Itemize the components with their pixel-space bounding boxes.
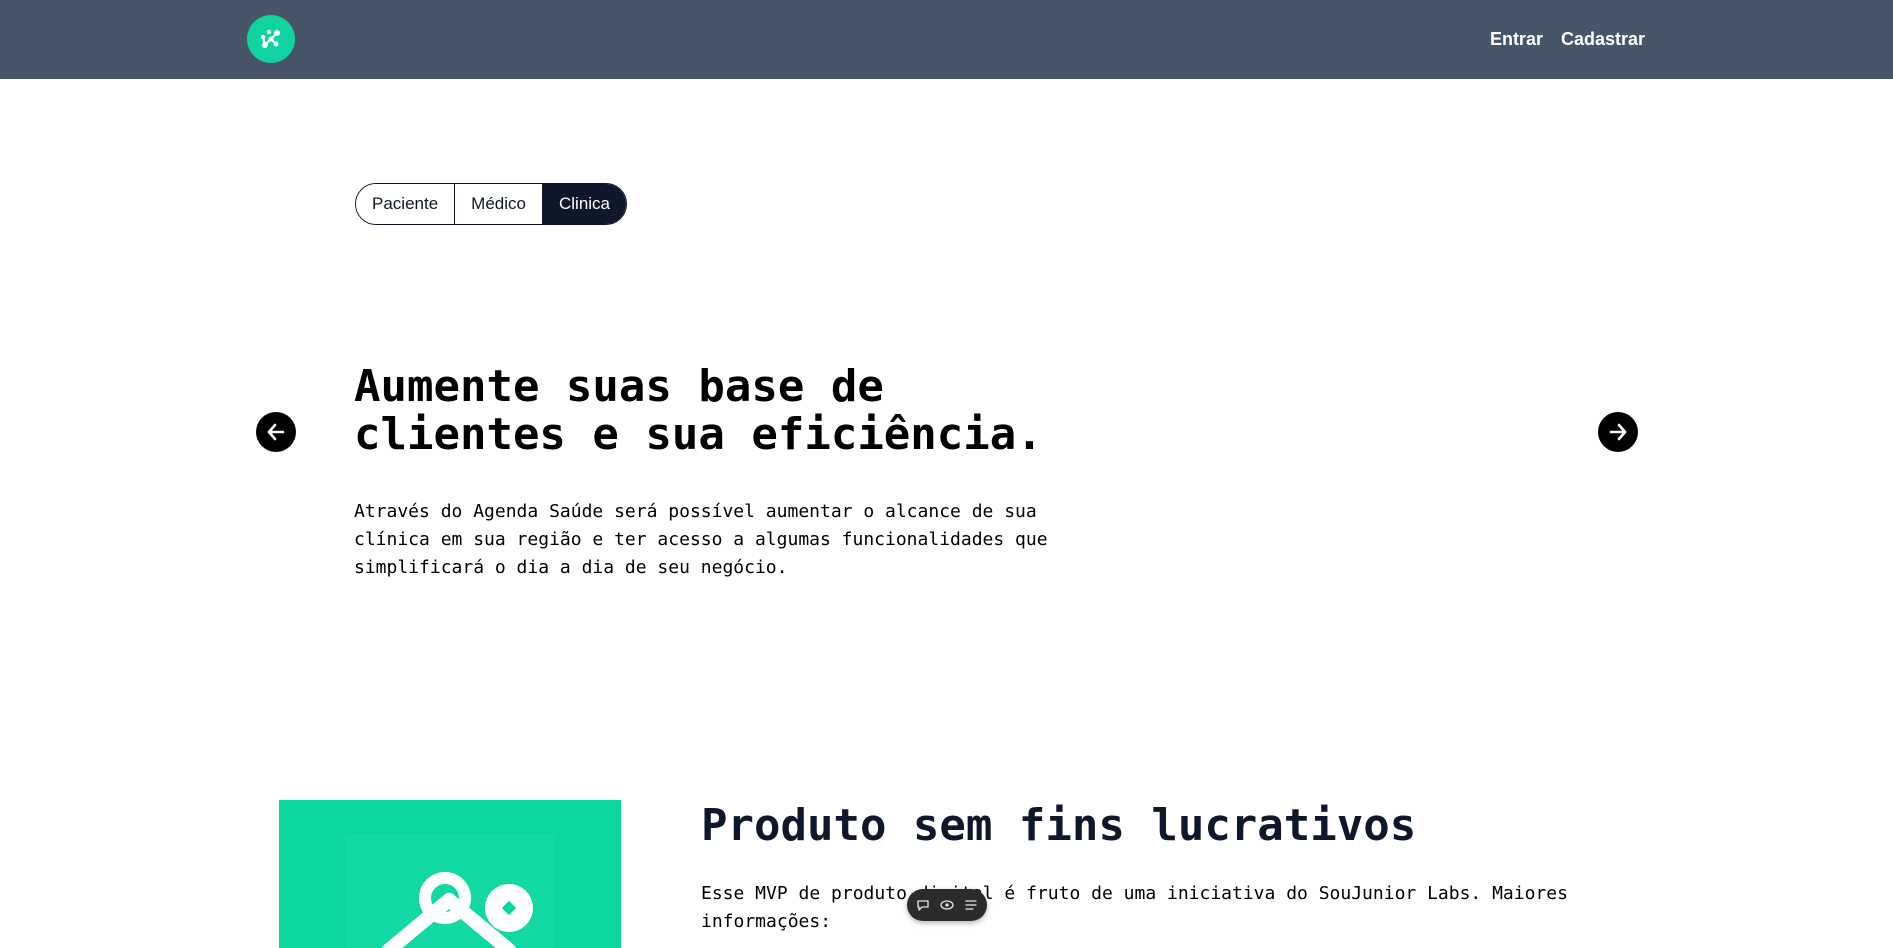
list-icon[interactable] — [963, 897, 979, 913]
signup-link[interactable]: Cadastrar — [1561, 27, 1645, 51]
toggle-medico[interactable]: Médico — [454, 184, 542, 224]
product-text-line: Esse MVP de produto digital é fruto de u… — [701, 883, 1568, 904]
molecule-logo-icon — [261, 30, 280, 48]
hero-description: Através do Agenda Saúde será possível au… — [354, 498, 1054, 582]
hero-text-line: simplificará o dia a dia de seu negócio. — [354, 557, 788, 578]
toggle-paciente[interactable]: Paciente — [356, 184, 455, 224]
comment-icon[interactable] — [915, 897, 931, 913]
product-image — [279, 800, 621, 948]
audience-toggle: Paciente Médico Clinica — [355, 183, 628, 225]
floating-toolbar — [907, 889, 987, 921]
hero-title-line: clientes e sua eficiência. — [354, 409, 1043, 460]
nav-links: Entrar Cadastrar — [1490, 27, 1645, 51]
hero-title-line: Aumente suas base de — [354, 361, 884, 412]
top-navbar: Entrar Cadastrar — [0, 0, 1893, 79]
product-title: Produto sem fins lucrativos — [701, 800, 1417, 851]
carousel-prev-button[interactable] — [256, 412, 296, 452]
molecule-illustration-icon — [345, 834, 555, 948]
product-text-line: informações: — [701, 911, 832, 932]
hero-text-line: clínica em sua região e ter acesso a alg… — [354, 529, 1048, 550]
logo[interactable] — [247, 15, 295, 63]
toggle-clinica[interactable]: Clinica — [541, 184, 627, 224]
carousel-next-button[interactable] — [1598, 412, 1638, 452]
arrow-left-icon — [267, 423, 285, 441]
eye-icon[interactable] — [939, 897, 955, 913]
hero-title: Aumente suas base de clientes e sua efic… — [354, 363, 1114, 459]
login-link[interactable]: Entrar — [1490, 27, 1543, 51]
product-description: Esse MVP de produto digital é fruto de u… — [701, 880, 1621, 936]
arrow-right-icon — [1609, 423, 1627, 441]
hero-text-line: Através do Agenda Saúde será possível au… — [354, 501, 1037, 522]
